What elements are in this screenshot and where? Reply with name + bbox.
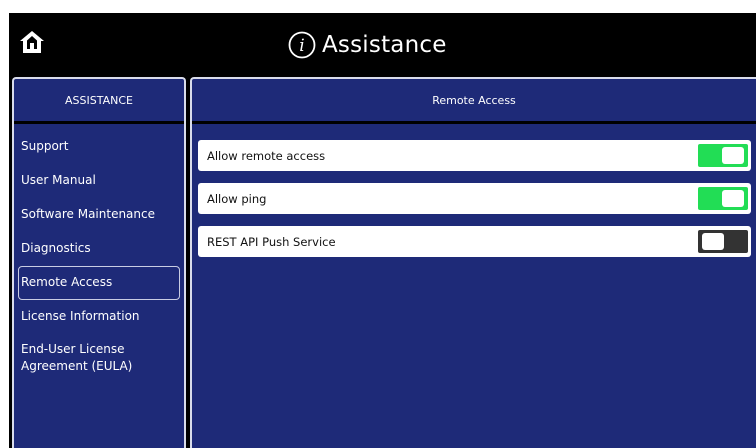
- main-heading: Remote Access: [192, 79, 756, 124]
- sidebar-item-support[interactable]: Support: [18, 130, 180, 164]
- page-title-text: Assistance: [322, 31, 447, 58]
- sidebar-item-eula[interactable]: End-User License Agreement (EULA): [18, 334, 180, 384]
- main-panel: Remote Access Allow remote access Allow …: [190, 77, 756, 448]
- sidebar-heading: ASSISTANCE: [14, 79, 184, 124]
- toggle-knob: [702, 233, 724, 250]
- setting-label: Allow remote access: [207, 148, 326, 163]
- setting-label: Allow ping: [207, 191, 267, 206]
- sidebar-item-software-maintenance[interactable]: Software Maintenance: [18, 198, 180, 232]
- toggle-knob: [722, 190, 744, 207]
- sidebar-item-diagnostics[interactable]: Diagnostics: [18, 232, 180, 266]
- sidebar: ASSISTANCE Support User Manual Software …: [12, 77, 186, 448]
- rest-api-push-service-toggle[interactable]: [698, 230, 748, 253]
- page-title: i Assistance: [288, 28, 447, 62]
- sidebar-item-remote-access[interactable]: Remote Access: [18, 266, 180, 300]
- setting-row-ping: Allow ping: [198, 183, 751, 214]
- toggle-knob: [722, 147, 744, 164]
- setting-row-rest-api: REST API Push Service: [198, 226, 751, 257]
- home-button[interactable]: [15, 27, 49, 61]
- sidebar-item-license-information[interactable]: License Information: [18, 300, 180, 334]
- setting-row-remote-access: Allow remote access: [198, 140, 751, 171]
- allow-ping-toggle[interactable]: [698, 187, 748, 210]
- home-icon: [19, 30, 45, 58]
- sidebar-menu: Support User Manual Software Maintenance…: [14, 124, 184, 384]
- header-bar: i Assistance: [9, 13, 756, 77]
- app-screen: i Assistance ASSISTANCE Support User Man…: [9, 13, 756, 448]
- sidebar-item-user-manual[interactable]: User Manual: [18, 164, 180, 198]
- settings-list: Allow remote access Allow ping REST API …: [192, 124, 756, 257]
- svg-text:i: i: [299, 36, 304, 56]
- info-icon: i: [288, 31, 316, 59]
- allow-remote-access-toggle[interactable]: [698, 144, 748, 167]
- setting-label: REST API Push Service: [207, 234, 336, 249]
